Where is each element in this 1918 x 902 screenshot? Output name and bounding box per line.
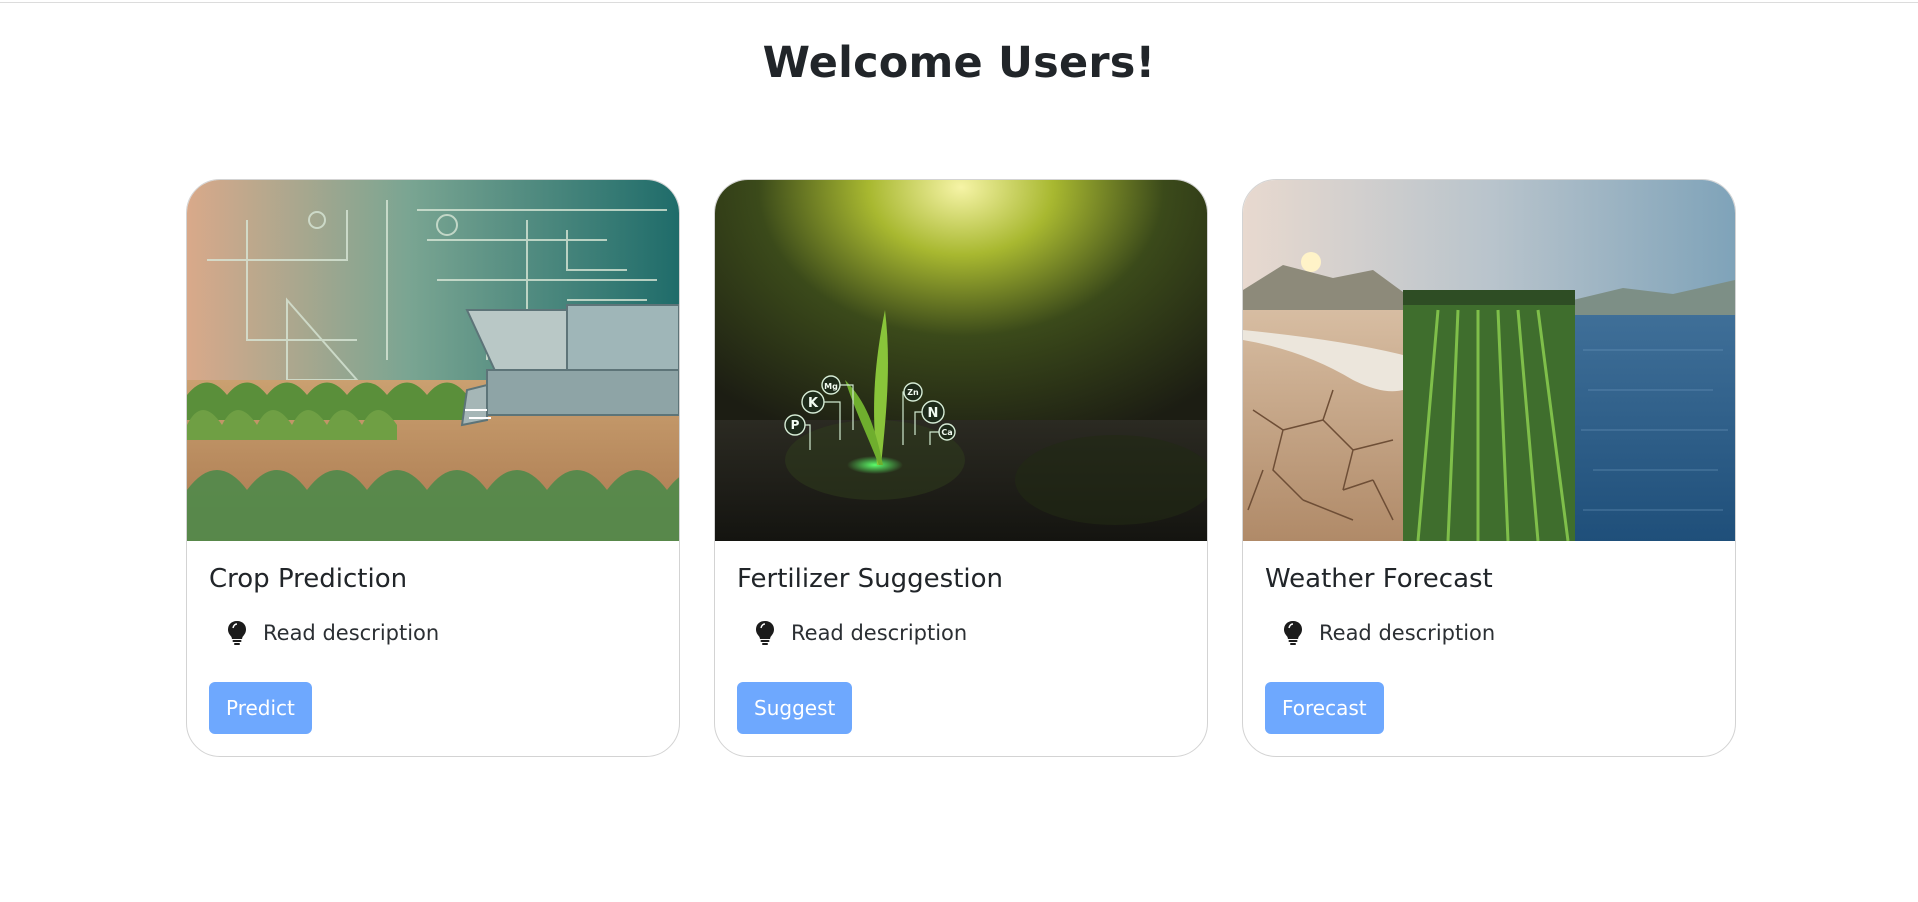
top-divider <box>0 2 1918 3</box>
predict-button[interactable]: Predict <box>209 682 312 734</box>
read-description-text: Read description <box>1319 621 1496 645</box>
fertilizer-suggestion-card: P K Mg Zn N Ca Fertilizer Suggestion Read des… <box>714 179 1208 757</box>
weather-forecast-image <box>1243 180 1735 541</box>
nutrient-label: P <box>791 418 800 432</box>
lightbulb-icon <box>756 621 774 645</box>
nutrient-label: Zn <box>907 388 919 397</box>
nutrient-label: Mg <box>824 382 838 391</box>
fertilizer-suggestion-image: P K Mg Zn N Ca <box>715 180 1207 541</box>
card-title: Crop Prediction <box>209 564 408 594</box>
nutrient-label: K <box>808 396 819 411</box>
read-description-link[interactable]: Read description <box>1281 620 1495 646</box>
read-description-text: Read description <box>791 621 968 645</box>
suggest-button[interactable]: Suggest <box>737 682 853 734</box>
nutrient-label: N <box>928 406 939 421</box>
lightbulb-icon <box>1284 621 1302 645</box>
lightbulb-icon <box>228 621 246 645</box>
page-title: Welcome Users! <box>762 38 1156 88</box>
card-title: Fertilizer Suggestion <box>737 564 1004 594</box>
weather-forecast-card: Weather Forecast Read description Foreca… <box>1242 179 1736 757</box>
forecast-button[interactable]: Forecast <box>1265 682 1384 734</box>
crop-prediction-card: Crop Prediction Read description Predict <box>186 179 680 757</box>
card-title: Weather Forecast <box>1265 564 1493 594</box>
crop-prediction-image <box>187 180 679 541</box>
read-description-link[interactable]: Read description <box>225 620 439 646</box>
read-description-link[interactable]: Read description <box>753 620 967 646</box>
nutrient-label: Ca <box>941 428 952 437</box>
read-description-text: Read description <box>263 621 440 645</box>
